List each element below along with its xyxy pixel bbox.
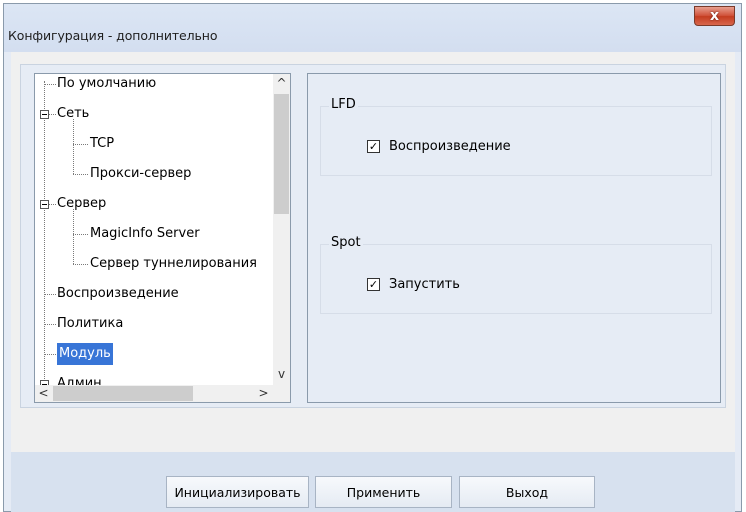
tree-item-magicinfo-server[interactable]: MagicInfo Server — [90, 223, 200, 245]
tree-item-playback[interactable]: Воспроизведение — [57, 283, 179, 305]
tree-line — [44, 324, 56, 325]
scroll-right-icon[interactable]: > — [255, 385, 272, 402]
config-dialog: Конфигурация - дополнительно x По умолча… — [3, 3, 742, 512]
tree-line — [44, 294, 56, 295]
tree-line — [44, 84, 56, 85]
spot-launch-option[interactable]: ✓ Запустить — [367, 274, 460, 294]
tree-item-server[interactable]: Сервер — [57, 193, 106, 215]
close-button[interactable]: x — [694, 6, 735, 26]
tree-item-network[interactable]: Сеть — [57, 103, 89, 125]
spot-group-title: Spot — [329, 235, 363, 250]
tree-line — [49, 204, 56, 205]
lfd-group-title: LFD — [329, 97, 358, 112]
scroll-down-icon[interactable]: v — [273, 366, 290, 383]
tree-line — [44, 81, 45, 381]
spot-launch-label[interactable]: Запустить — [389, 277, 460, 292]
spot-group: Spot ✓ Запустить — [320, 235, 712, 314]
lfd-playback-label[interactable]: Воспроизведение — [389, 139, 511, 154]
collapse-icon[interactable] — [40, 200, 49, 209]
module-settings-panel: LFD ✓ Воспроизведение Spot ✓ Запустить — [307, 73, 721, 403]
tree-item-default[interactable]: По умолчанию — [57, 74, 156, 95]
tree-horizontal-scrollbar[interactable]: < > — [35, 385, 290, 402]
dialog-client-area: По умолчанию Сеть TCP Прокси-сервер Серв… — [11, 52, 735, 512]
lfd-group: LFD ✓ Воспроизведение — [320, 97, 712, 176]
title-bar[interactable]: Конфигурация - дополнительно x — [4, 4, 741, 52]
horizontal-scroll-thumb[interactable] — [53, 386, 193, 401]
initialize-button[interactable]: Инициализировать — [166, 476, 309, 508]
tree-item-module[interactable]: Модуль — [57, 343, 113, 365]
vertical-scroll-thumb[interactable] — [274, 94, 289, 214]
window-title: Конфигурация - дополнительно — [8, 28, 218, 43]
settings-tree[interactable]: По умолчанию Сеть TCP Прокси-сервер Серв… — [34, 73, 291, 403]
lfd-playback-checkbox[interactable]: ✓ — [367, 139, 380, 153]
tree-item-tunneling-server[interactable]: Сервер туннелирования — [90, 253, 257, 275]
spot-launch-checkbox[interactable]: ✓ — [367, 277, 380, 291]
lfd-playback-option[interactable]: ✓ Воспроизведение — [367, 136, 511, 156]
exit-button[interactable]: Выход — [459, 476, 595, 508]
tree-line — [44, 354, 56, 355]
scroll-up-icon[interactable]: ^ — [273, 75, 290, 92]
tree-item-tcp[interactable]: TCP — [90, 133, 114, 155]
tree-item-policy[interactable]: Политика — [57, 313, 123, 335]
tree-vertical-scrollbar[interactable]: ^ v — [273, 74, 290, 386]
checkmark-icon: ✓ — [368, 277, 379, 291]
tree-line — [49, 114, 56, 115]
tree-line — [73, 264, 88, 265]
apply-button[interactable]: Применить — [315, 476, 452, 508]
close-icon: x — [709, 8, 720, 24]
tree-line — [73, 174, 88, 175]
collapse-icon[interactable] — [40, 110, 49, 119]
tree-line — [73, 209, 74, 264]
tree-line — [73, 119, 74, 174]
settings-group: По умолчанию Сеть TCP Прокси-сервер Серв… — [20, 64, 726, 408]
tree-line — [73, 234, 88, 235]
tree-item-proxy[interactable]: Прокси-сервер — [90, 163, 191, 185]
button-bar: Инициализировать Применить Выход — [11, 452, 735, 512]
tree-line — [73, 144, 88, 145]
scroll-left-icon[interactable]: < — [35, 385, 52, 402]
checkmark-icon: ✓ — [368, 139, 379, 153]
